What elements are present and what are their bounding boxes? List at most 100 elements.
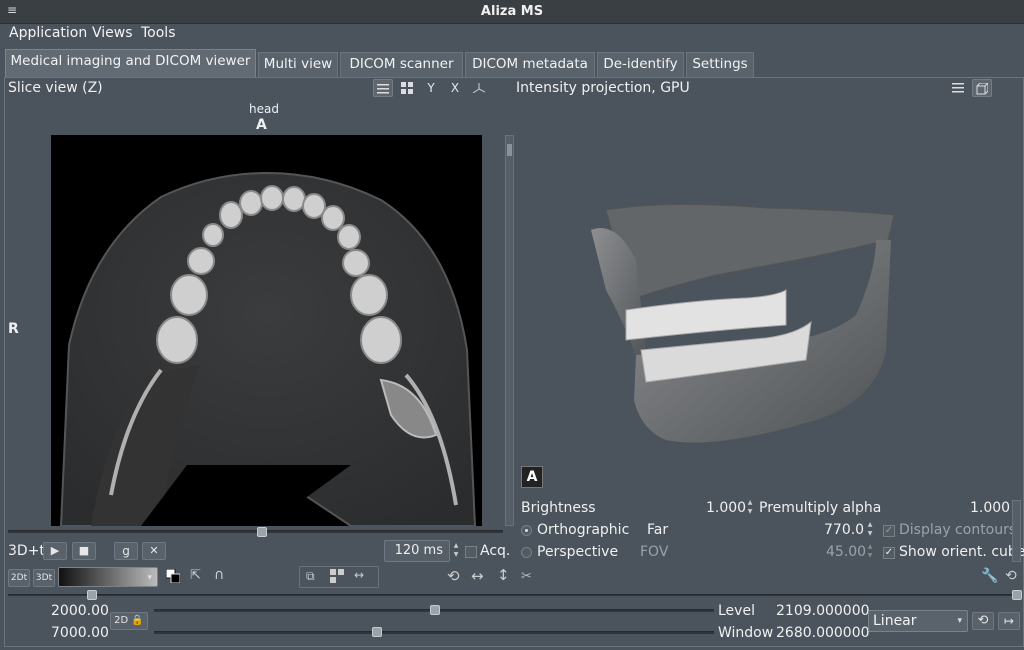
flip-horizontal-icon[interactable]: ↔ <box>471 567 484 585</box>
show-cube-label: Show orient. cube <box>899 544 1024 560</box>
level-value[interactable]: 2109.000000 <box>776 603 870 619</box>
menu-application[interactable]: Application <box>9 25 87 41</box>
refresh-icon[interactable]: ⟲ <box>1005 568 1017 584</box>
far-spinner[interactable]: ▲ ▼ <box>866 520 874 540</box>
slice-slider-handle[interactable] <box>257 527 267 537</box>
button-2dt[interactable]: 2Dt <box>8 569 30 587</box>
menu-tools[interactable]: Tools <box>141 25 176 41</box>
lut-mode-value: Linear <box>873 613 917 629</box>
axes-icon[interactable] <box>469 79 489 97</box>
tab-settings[interactable]: Settings <box>686 52 754 78</box>
premultiply-label: Premultiply alpha <box>759 500 882 516</box>
projection-scrollbar[interactable] <box>1012 500 1021 562</box>
window-slider-track[interactable] <box>154 631 714 634</box>
tab-dicom-metadata[interactable]: DICOM metadata <box>465 52 595 78</box>
reset-window-button[interactable]: ⟲ <box>972 612 994 630</box>
export-icon[interactable]: ⧉ <box>306 569 315 584</box>
display-contours-label: Display contours <box>899 522 1017 538</box>
play-button[interactable]: ▶ <box>43 542 67 560</box>
close-icon: ✕ <box>149 544 159 557</box>
interval-spinner[interactable]: ▲ ▼ <box>452 541 460 561</box>
contour-icon[interactable]: ∩ <box>214 567 224 583</box>
perspective-radio[interactable] <box>521 547 532 558</box>
acq-label: Acq. <box>480 543 511 559</box>
brightness-value[interactable]: 1.000 <box>706 500 746 516</box>
close-button[interactable]: ✕ <box>142 542 166 560</box>
slice-view-title: Slice view (Z) <box>8 80 103 96</box>
perspective-label: Perspective <box>537 544 619 560</box>
fov-spinner[interactable]: ▲ ▼ <box>866 542 874 562</box>
brightness-label: Brightness <box>521 500 596 516</box>
flip-vertical-icon[interactable]: ↕ <box>497 566 510 584</box>
orientation-top-small: head <box>249 102 279 116</box>
fit-range-button[interactable]: ↦ <box>998 612 1020 630</box>
far-value[interactable]: 770.0 <box>824 522 864 538</box>
fov-value[interactable]: 45.00 <box>826 544 866 560</box>
display-contours-checkbox[interactable]: ✓ <box>883 525 895 537</box>
level-slider-handle[interactable] <box>430 605 440 615</box>
projection-view-title: Intensity projection, GPU <box>516 80 690 96</box>
chevron-down-icon: ▾ <box>147 573 152 583</box>
view-x-button[interactable]: X <box>445 79 465 97</box>
main-slider-right-handle[interactable] <box>1012 590 1022 600</box>
title-bar: ≡ Aliza MS <box>0 0 1024 24</box>
menu-views[interactable]: Views <box>92 25 133 41</box>
tab-viewer[interactable]: Medical imaging and DICOM viewer <box>5 49 256 79</box>
window-slider-handle[interactable] <box>372 627 382 637</box>
pointer-icon[interactable]: ⇱ <box>190 568 201 583</box>
clip-icon[interactable]: ✂ <box>521 569 532 584</box>
show-cube-checkbox[interactable]: ✓ <box>883 547 895 559</box>
fov-label: FOV <box>640 544 669 560</box>
view-y-button[interactable]: Y <box>421 79 441 97</box>
lut-mode-select[interactable]: Linear ▾ <box>868 610 968 632</box>
ct-slice-image[interactable] <box>51 135 482 527</box>
main-slider-left-handle[interactable] <box>87 590 97 600</box>
tab-dicom-scanner[interactable]: DICOM scanner <box>340 52 463 78</box>
reset-icon[interactable]: ⟲ <box>447 567 460 585</box>
grid-icon[interactable] <box>397 79 417 97</box>
orientation-left: R <box>8 321 19 337</box>
cube-view-icon[interactable] <box>972 79 992 97</box>
max-value: 7000.00 <box>51 625 109 641</box>
orthographic-label: Orthographic <box>537 522 630 538</box>
orientation-top: A <box>256 117 267 133</box>
slice-vertical-slider[interactable] <box>505 135 514 526</box>
lock-2d-button[interactable]: 2D 🔒 <box>110 612 148 630</box>
menu-bar: Application Views Tools <box>0 24 1024 44</box>
color-swap-icon[interactable] <box>165 568 181 584</box>
volume-render-view[interactable] <box>516 100 1022 490</box>
level-label: Level <box>718 603 755 619</box>
brightness-spinner[interactable]: ▲ ▼ <box>746 498 754 518</box>
stop-icon: ■ <box>78 544 90 557</box>
interval-field[interactable]: 120 ms <box>384 540 450 562</box>
slice-vertical-slider-handle[interactable] <box>507 144 512 156</box>
lock-label: 2D <box>114 615 129 626</box>
slice-slider-track[interactable] <box>8 530 503 533</box>
checker-icon[interactable] <box>330 569 344 587</box>
projection-list-icon[interactable] <box>948 79 968 97</box>
list-icon[interactable] <box>373 79 393 97</box>
far-label: Far <box>647 522 669 538</box>
play-icon: ▶ <box>50 544 60 557</box>
tab-de-identify[interactable]: De-identify <box>597 52 684 78</box>
acq-checkbox[interactable] <box>465 546 477 558</box>
window-title: Aliza MS <box>480 4 544 19</box>
window-label: Window <box>718 625 774 641</box>
orthographic-radio[interactable] <box>521 525 532 536</box>
min-value: 2000.00 <box>51 603 109 619</box>
stop-button[interactable]: ■ <box>72 542 96 560</box>
wrench-icon[interactable]: 🔧 <box>981 568 998 584</box>
button-3dt[interactable]: 3Dt <box>33 569 55 587</box>
premultiply-value[interactable]: 1.000 <box>970 500 1010 516</box>
main-slider-track[interactable] <box>8 594 1018 596</box>
window-value[interactable]: 2680.000000 <box>776 625 870 641</box>
anim-label: 3D+t <box>8 543 45 559</box>
tab-multi-view[interactable]: Multi view <box>258 52 338 78</box>
lock-icon: 🔒 <box>131 615 144 626</box>
refresh-icon: ⟲ <box>977 613 989 628</box>
tab-bar: Medical imaging and DICOM viewer Multi v… <box>0 44 1024 79</box>
measure-icon[interactable]: ↔ <box>354 568 364 582</box>
g-button[interactable]: g <box>114 542 138 560</box>
lut-selector[interactable]: ▾ <box>58 567 158 587</box>
chevron-down-icon: ▾ <box>957 616 962 626</box>
